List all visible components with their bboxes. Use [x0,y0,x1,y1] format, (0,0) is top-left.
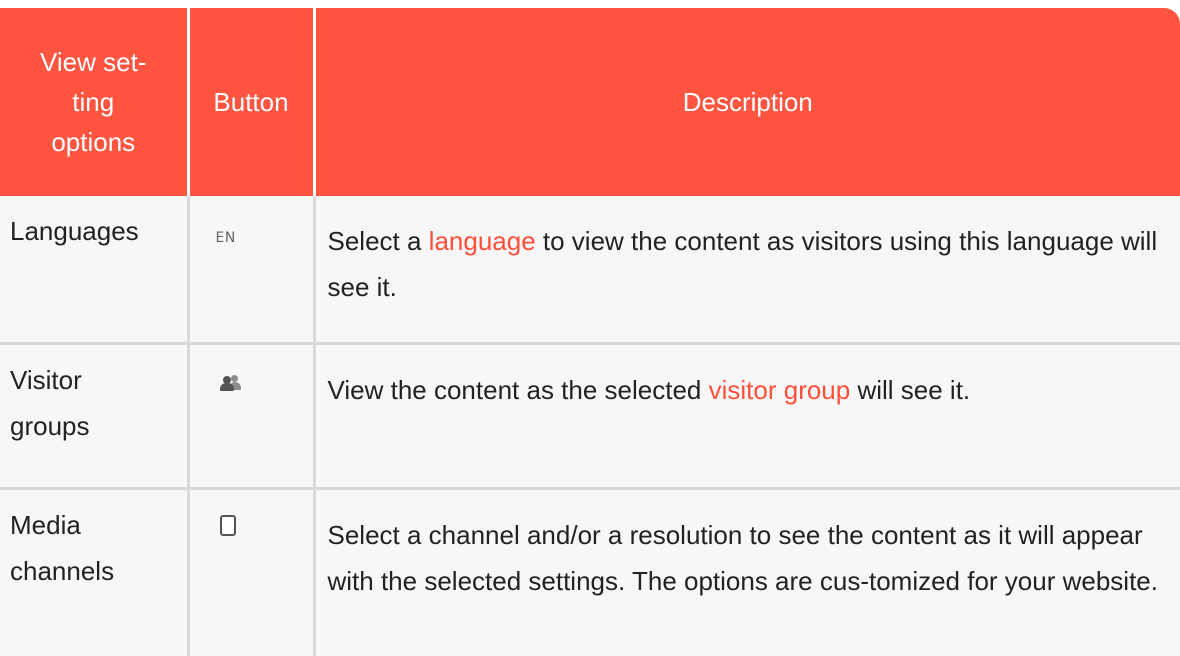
option-label: Media [10,509,81,540]
header-line: View set- [40,47,147,77]
header-line: ting [72,87,115,117]
description-cell: View the content as the selected visitor… [314,343,1180,490]
description-text: View the content as the selected [327,374,709,405]
table-row: Visitor groups View the content as the s… [0,343,1180,490]
description-text: Select a [327,226,429,256]
table-row: Languages EN Select a language to view t… [0,196,1180,345]
view-settings-table-container: View set- ting options Button Descriptio… [0,8,1180,656]
description-cell: Select a language to view the content as… [314,196,1180,345]
button-cell: EN [188,196,316,345]
description-text: Select a channel and/or a resolution to … [327,519,1159,596]
button-cell [188,488,316,656]
header-button: Button [188,8,316,196]
visitor-groups-icon [219,374,242,391]
header-line: options [51,127,136,157]
table-header-row: View set- ting options Button Descriptio… [0,8,1180,196]
visitor-group-link[interactable]: visitor group [709,375,851,405]
view-settings-table: View set- ting options Button Descriptio… [0,8,1180,656]
button-cell [188,343,316,490]
option-label: Languages [10,216,139,246]
language-link[interactable]: language [429,226,536,256]
language-icon: EN [215,230,236,246]
option-label: channels [10,555,115,586]
option-label: Visitor [10,364,82,395]
table-row: Media channels Select a channel and/or a… [0,488,1180,656]
option-cell: Media channels [0,488,190,656]
option-cell: Languages [0,196,190,345]
header-description: Description [314,8,1180,196]
description-text: will see it. [850,374,971,405]
option-label: groups [10,410,90,441]
option-cell: Visitor groups [0,343,190,490]
description-cell: Select a channel and/or a resolution to … [314,488,1180,656]
mobile-device-icon [219,514,236,536]
header-view-setting-options: View set- ting options [0,8,190,196]
